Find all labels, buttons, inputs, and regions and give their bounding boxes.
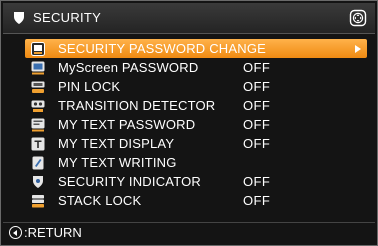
menu-item-value: OFF (243, 60, 271, 75)
return-label[interactable]: :RETURN (24, 225, 82, 241)
left-key-icon[interactable] (9, 226, 22, 239)
stack-lock-icon (32, 195, 44, 208)
menu-item-value: OFF (243, 193, 271, 208)
title-bar: SECURITY (3, 3, 375, 34)
menu-item-label: STACK LOCK (58, 193, 142, 208)
menu-item-transition-detector[interactable]: TRANSITION DETECTOR OFF (25, 96, 367, 115)
security-indicator-icon (33, 176, 43, 188)
my-text-display-icon (31, 137, 45, 151)
my-text-writing-icon (32, 156, 44, 170)
menu-item-my-text-writing[interactable]: MY TEXT WRITING (25, 153, 367, 172)
myscreen-password-icon (31, 61, 45, 75)
menu-item-my-text-display[interactable]: MY TEXT DISPLAY OFF (25, 134, 367, 153)
menu-item-label: SECURITY PASSWORD CHANGE (58, 41, 267, 56)
menu-item-label: SECURITY INDICATOR (58, 174, 202, 189)
menu-item-value: OFF (243, 79, 271, 94)
pin-lock-icon (31, 81, 45, 93)
menu-item-value: OFF (243, 174, 271, 189)
window-title: SECURITY (33, 10, 102, 25)
menu-item-value: OFF (243, 117, 271, 132)
menu-item-label: MY TEXT DISPLAY (58, 136, 175, 151)
menu-item-label: MY TEXT WRITING (58, 155, 177, 170)
menu-item-my-text-password[interactable]: MY TEXT PASSWORD OFF (25, 115, 367, 134)
menu-item-value: OFF (243, 136, 271, 151)
password-change-icon (31, 42, 45, 56)
my-text-password-icon (31, 118, 45, 132)
menu-item-pin-lock[interactable]: PIN LOCK OFF (25, 77, 367, 96)
menu-item-label: MyScreen PASSWORD (58, 60, 199, 75)
menu-item-security-indicator[interactable]: SECURITY INDICATOR OFF (25, 172, 367, 191)
menu-item-label: MY TEXT PASSWORD (58, 117, 196, 132)
security-menu-list: SECURITY PASSWORD CHANGE MyScreen PASSWO… (25, 39, 367, 210)
footer-bar: :RETURN (3, 222, 375, 244)
menu-item-label: PIN LOCK (58, 79, 121, 94)
menu-item-myscreen-password[interactable]: MyScreen PASSWORD OFF (25, 58, 367, 77)
security-menu-window: SECURITY SECURITY PASSWORD CHANGE MyScre… (0, 0, 378, 246)
shield-icon (14, 12, 24, 24)
submenu-arrow-icon (355, 45, 361, 53)
dpad-icon (349, 9, 367, 27)
menu-item-security-password-change[interactable]: SECURITY PASSWORD CHANGE (25, 39, 367, 58)
menu-item-value: OFF (243, 98, 271, 113)
menu-item-label: TRANSITION DETECTOR (58, 98, 216, 113)
transition-detector-icon (31, 100, 45, 112)
menu-item-stack-lock[interactable]: STACK LOCK OFF (25, 191, 367, 210)
